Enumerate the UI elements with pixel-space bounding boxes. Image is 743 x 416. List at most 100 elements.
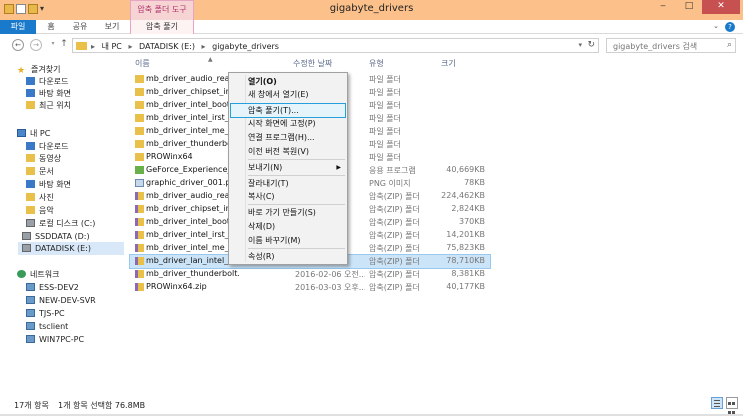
star-icon: ★ [17, 66, 26, 76]
file-type: 파일 폴더 [369, 114, 401, 123]
menu-separator [248, 204, 345, 205]
menu-open-new-window[interactable]: 새 창에서 열기(E) [231, 88, 345, 101]
nav-network[interactable]: 네트워크 [17, 268, 59, 281]
file-name: graphic_driver_001.png [146, 178, 239, 187]
file-name: mb_driver_intel_me_x99 [146, 243, 239, 252]
menu-extract-all[interactable]: 압축 풀기(T)... [230, 103, 346, 118]
selection-info: 1개 항목 선택함 76.8MB [58, 401, 146, 410]
forward-button[interactable]: → [30, 39, 42, 51]
breadcrumb-drive[interactable]: DATADISK (E:) [139, 42, 195, 51]
ribbon-expand-icon[interactable]: ⌄ [713, 22, 719, 30]
breadcrumb-separator-icon[interactable]: ▸ [128, 42, 132, 51]
menu-open[interactable]: 열기(O) [231, 75, 345, 88]
nav-pc-music[interactable]: 음악 [26, 204, 54, 217]
submenu-arrow-icon: ▶ [336, 164, 341, 171]
menu-rename[interactable]: 이름 바꾸기(M) [231, 234, 345, 247]
tab-share[interactable]: 공유 [68, 20, 92, 34]
column-header-name[interactable]: 이름 [135, 58, 150, 70]
file-type: 파일 폴더 [369, 140, 401, 149]
computer-icon [26, 283, 35, 291]
drive-icon [22, 232, 31, 240]
nav-this-pc[interactable]: 내 PC [17, 127, 50, 140]
file-size: 2,824KB [451, 204, 485, 213]
search-icon[interactable]: ⌕ [727, 40, 732, 50]
zip-folder-icon [135, 205, 144, 213]
menu-open-with[interactable]: 연결 프로그램(H)... [231, 131, 345, 144]
table-row[interactable]: mb_driver_thunderbolt.zip 2016-02-06 오전..… [130, 268, 490, 281]
address-dropdown-icon[interactable]: ▾ [578, 41, 582, 49]
nav-net-item[interactable]: WIN7PC-PC [26, 333, 84, 346]
large-icons-view-button[interactable] [726, 397, 738, 414]
computer-icon [26, 322, 35, 330]
back-button[interactable]: ← [12, 39, 24, 51]
refresh-icon[interactable]: ↻ [587, 40, 595, 50]
zip-folder-icon [135, 283, 144, 291]
table-row[interactable]: PROWinx64.zip 2016-03-03 오후... 압축(ZIP) 폴더 4… [130, 281, 490, 294]
nav-net-item[interactable]: NEW-DEV-SVR [26, 294, 96, 307]
computer-icon [26, 335, 35, 343]
up-button[interactable]: ↑ [58, 39, 70, 51]
breadcrumb-separator-icon[interactable]: ▸ [91, 42, 95, 51]
file-size: 40,177KB [446, 282, 485, 291]
file-size: 75,823KB [446, 243, 485, 252]
nav-pc-pictures[interactable]: 사진 [26, 191, 54, 204]
window-controls: ‒ □ ✕ [650, 0, 740, 14]
search-input[interactable] [613, 41, 721, 51]
search-box[interactable]: ⌕ [606, 38, 736, 53]
close-button[interactable]: ✕ [702, 0, 740, 14]
folder-icon [135, 140, 144, 148]
nav-drive-e[interactable]: DATADISK (E:) [18, 242, 124, 255]
breadcrumb-separator-icon[interactable]: ▸ [202, 42, 206, 51]
column-header-size[interactable]: 크기 [441, 58, 456, 70]
help-icon[interactable]: ? [725, 22, 735, 32]
menu-pin-to-start[interactable]: 시작 화면에 고정(P) [231, 117, 345, 130]
zip-folder-icon [135, 231, 144, 239]
breadcrumb: ▸ 내 PC ▸ DATADISK (E:) ▸ gigabyte_driver… [91, 41, 283, 52]
title-bar: ▾ 압축 폴더 도구 gigabyte_drivers ‒ □ ✕ [0, 0, 743, 20]
menu-restore-previous[interactable]: 이전 버전 복원(V) [231, 145, 345, 158]
nav-fav-recent[interactable]: 최근 위치 [26, 99, 71, 112]
breadcrumb-folder[interactable]: gigabyte_drivers [212, 42, 279, 51]
nav-drive-c[interactable]: 로컬 디스크 (C:) [26, 217, 95, 230]
folder-icon [135, 127, 144, 135]
minimize-button[interactable]: ‒ [650, 0, 676, 14]
downloads-icon [26, 77, 35, 85]
nav-pc-videos[interactable]: 동영상 [26, 152, 61, 165]
tab-extract[interactable]: 압축 풀기 [130, 20, 194, 34]
videos-icon [26, 154, 35, 162]
column-header-type[interactable]: 유형 [369, 58, 384, 70]
tab-file[interactable]: 파일 [0, 20, 36, 34]
computer-icon [17, 129, 26, 137]
folder-icon [135, 153, 144, 161]
drive-icon [26, 219, 35, 227]
folder-icon [76, 42, 87, 50]
nav-pc-desktop[interactable]: 바탕 화면 [26, 178, 71, 191]
zip-folder-icon [135, 244, 144, 252]
nav-net-item[interactable]: TJS-PC [26, 307, 65, 320]
menu-create-shortcut[interactable]: 바로 가기 만들기(S) [231, 206, 345, 219]
file-date: 2016-03-03 오후... [295, 283, 365, 292]
tab-home[interactable]: 홈 [40, 20, 62, 34]
context-menu: 열기(O) 새 창에서 열기(E) 압축 풀기(T)... 시작 화면에 고정(… [228, 72, 348, 265]
file-name: mb_driver_lan_intel_x99.zip [146, 256, 239, 265]
address-bar[interactable]: ▸ 내 PC ▸ DATADISK (E:) ▸ gigabyte_driver… [72, 38, 599, 53]
details-view-button[interactable] [711, 397, 723, 409]
zip-folder-icon [135, 192, 144, 200]
menu-delete[interactable]: 삭제(D) [231, 220, 345, 233]
nav-net-item[interactable]: tsclient [26, 320, 68, 333]
breadcrumb-pc[interactable]: 내 PC [102, 42, 122, 51]
menu-copy[interactable]: 복사(C) [231, 190, 345, 203]
menu-send-to-label: 보내기(N) [248, 163, 283, 172]
maximize-button[interactable]: □ [676, 0, 702, 14]
tab-view[interactable]: 보기 [100, 20, 124, 34]
network-icon [17, 270, 26, 278]
menu-send-to[interactable]: 보내기(N) ▶ [231, 161, 345, 174]
menu-cut[interactable]: 잘라내기(T) [231, 177, 345, 190]
file-name: mb_driver_intel_bootdisk [146, 100, 239, 109]
menu-properties[interactable]: 속성(R) [231, 250, 345, 263]
nav-net-item[interactable]: ESS-DEV2 [26, 281, 79, 294]
folder-icon [135, 88, 144, 96]
column-header-date[interactable]: 수정한 날짜 [293, 58, 332, 70]
nav-pc-documents[interactable]: 문서 [26, 165, 54, 178]
file-size: 370KB [458, 217, 485, 226]
